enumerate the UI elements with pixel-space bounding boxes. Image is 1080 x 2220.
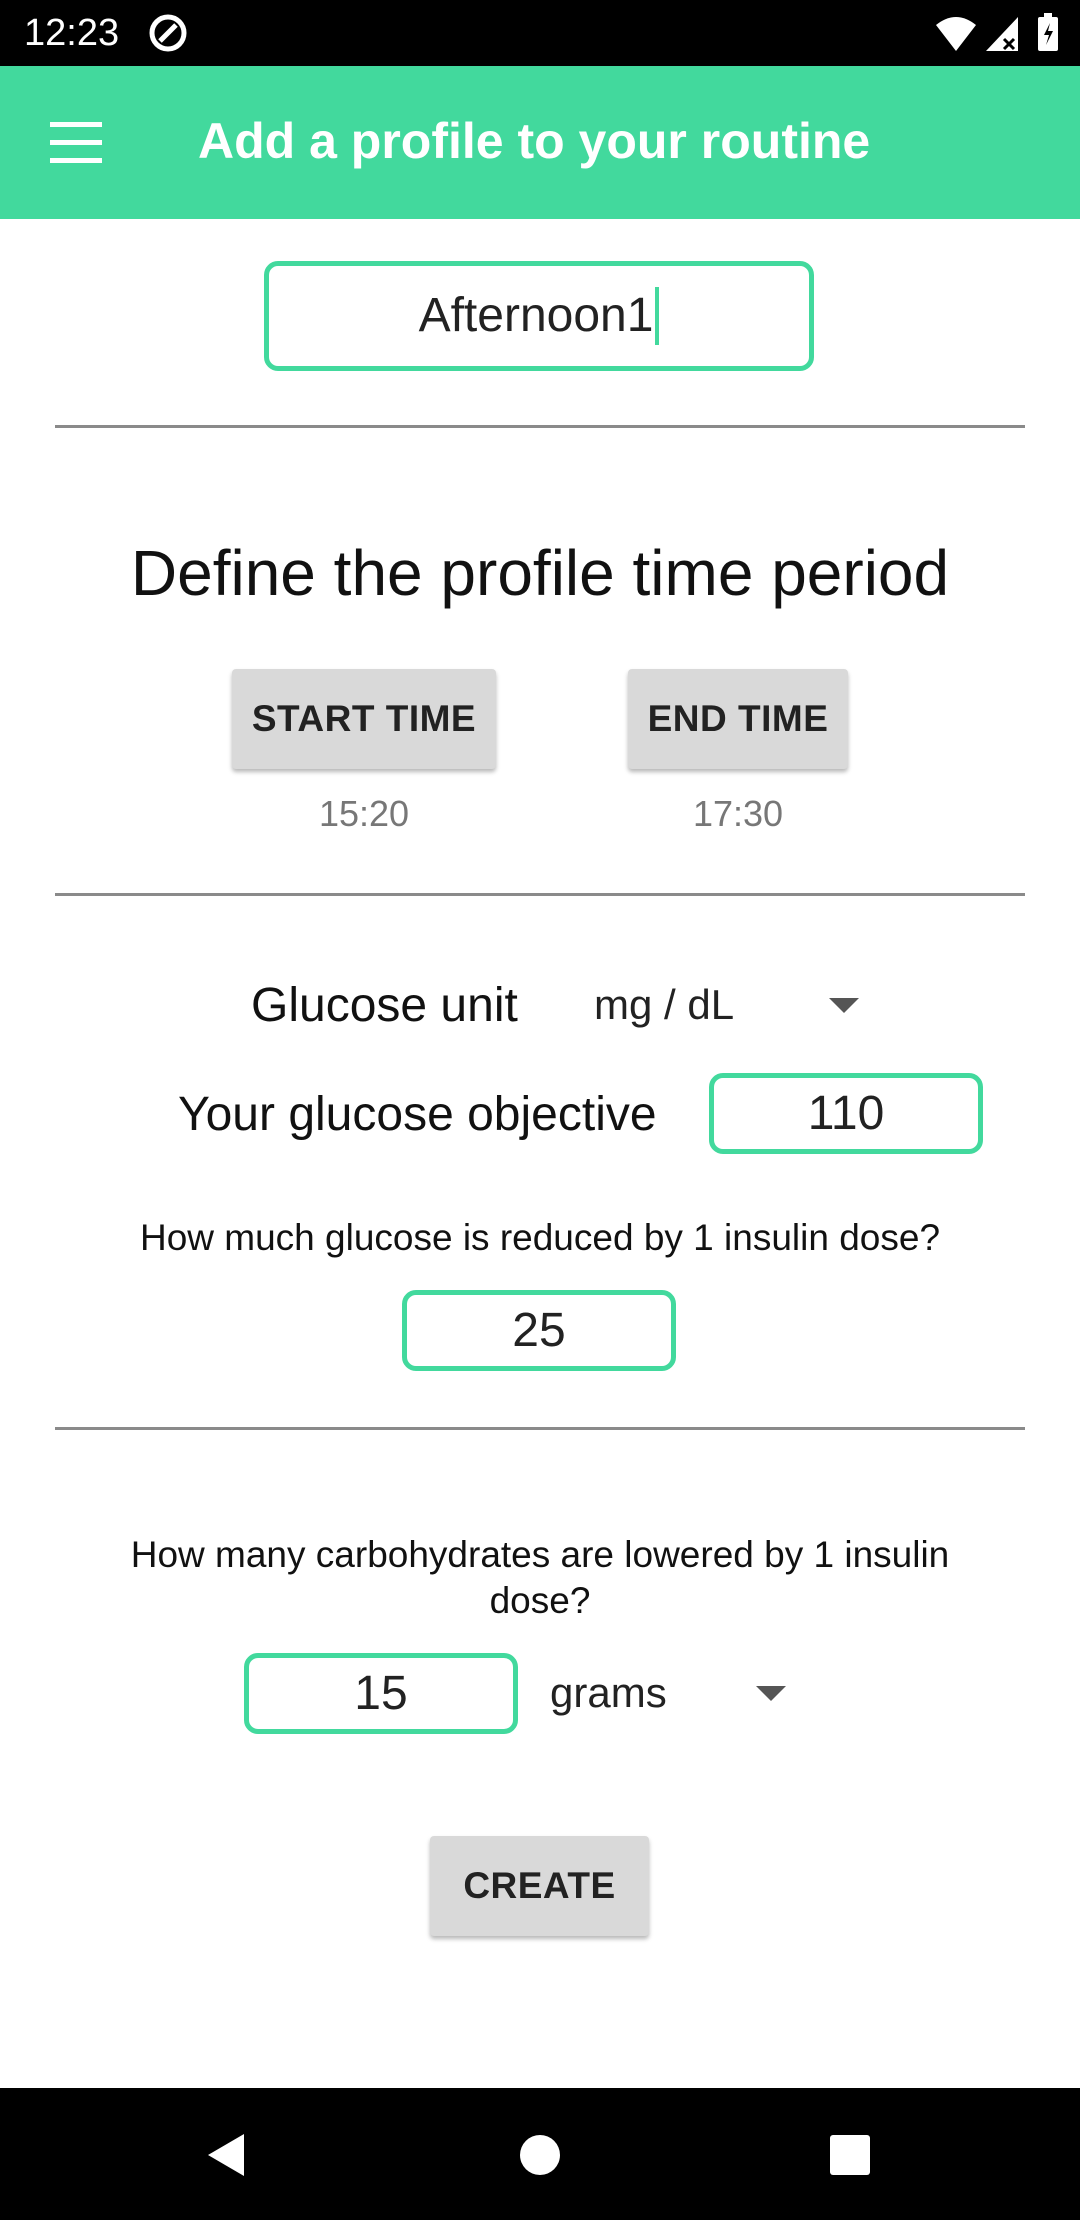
divider bbox=[55, 1427, 1025, 1430]
glucose-unit-label: Glucose unit bbox=[251, 979, 518, 1032]
screen: 12:23 Add a profile to your routine Afte… bbox=[0, 0, 1080, 2220]
status-time: 12:23 bbox=[24, 12, 120, 54]
glucose-objective-value: 110 bbox=[807, 1086, 885, 1140]
glucose-reduction-question: How much glucose is reduced by 1 insulin… bbox=[139, 1217, 941, 1258]
page-title: Add a profile to your routine bbox=[198, 113, 871, 169]
glucose-reduction-input[interactable]: 25 bbox=[402, 1290, 676, 1371]
back-icon[interactable] bbox=[204, 2132, 248, 2178]
start-time-button[interactable]: START TIME bbox=[232, 669, 496, 769]
status-bar: 12:23 bbox=[0, 0, 1080, 66]
hamburger-menu-icon[interactable] bbox=[46, 116, 106, 168]
wifi-icon bbox=[936, 17, 976, 51]
divider bbox=[55, 425, 1025, 428]
glucose-unit-selected: mg / dL bbox=[594, 981, 735, 1028]
glucose-objective-label: Your glucose objective bbox=[178, 1088, 657, 1141]
home-icon[interactable] bbox=[518, 2133, 562, 2177]
battery-icon bbox=[1038, 13, 1058, 51]
dropdown-arrow-icon bbox=[756, 1686, 786, 1701]
glucose-objective-input[interactable]: 110 bbox=[709, 1073, 983, 1154]
carbs-unit-selected: grams bbox=[550, 1669, 667, 1716]
profile-name-input[interactable]: Afternoon1 bbox=[264, 261, 814, 371]
signal-icon bbox=[986, 17, 1018, 51]
end-time-button[interactable]: END TIME bbox=[628, 669, 848, 769]
create-button[interactable]: CREATE bbox=[430, 1836, 649, 1936]
start-time-value: 15:20 bbox=[318, 793, 410, 834]
carbs-value-input[interactable]: 15 bbox=[244, 1653, 518, 1734]
text-caret bbox=[655, 287, 660, 345]
carbs-unit-dropdown[interactable]: grams bbox=[536, 1658, 796, 1728]
carbs-question: How many carbohydrates are lowered by 1 … bbox=[130, 1534, 950, 1621]
profile-name-value: Afternoon1 bbox=[418, 289, 654, 342]
recents-icon[interactable] bbox=[828, 2133, 872, 2177]
end-time-value: 17:30 bbox=[692, 793, 784, 834]
dropdown-arrow-icon bbox=[829, 998, 859, 1013]
time-period-heading: Define the profile time period bbox=[130, 537, 950, 609]
app-bar: Add a profile to your routine bbox=[0, 66, 1080, 219]
glucose-unit-dropdown[interactable]: mg / dL bbox=[580, 970, 870, 1040]
divider bbox=[55, 893, 1025, 896]
at-sign-icon bbox=[149, 14, 187, 52]
carbs-value: 15 bbox=[354, 1666, 408, 1720]
navigation-bar bbox=[0, 2088, 1080, 2220]
glucose-reduction-value: 25 bbox=[512, 1303, 566, 1357]
